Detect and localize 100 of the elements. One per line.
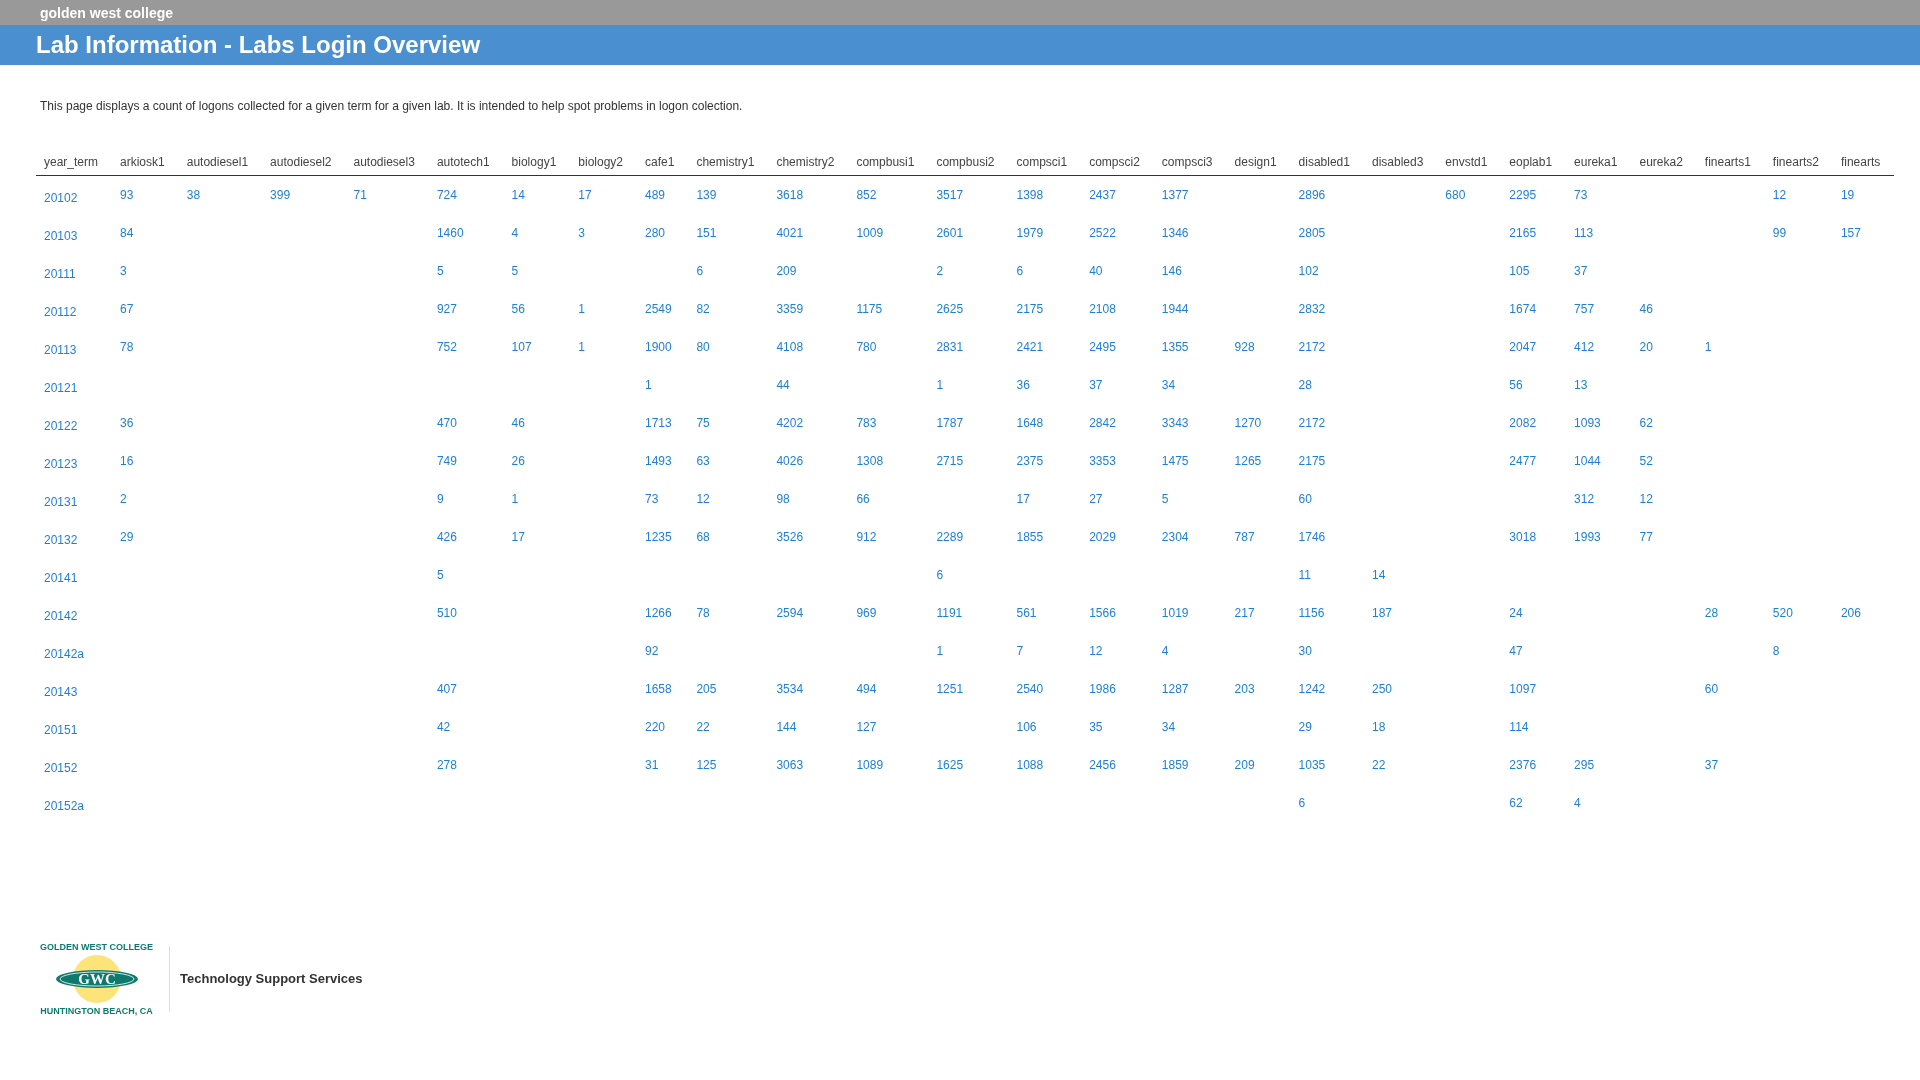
term-link[interactable]: 20143 [44,684,78,699]
table-cell: 1 [511,491,519,506]
column-header: autodiesel1 [178,155,263,176]
term-link[interactable]: 20123 [44,456,78,471]
table-cell: 12 [1639,491,1653,506]
table-cell: 29 [120,529,134,544]
table-cell: 157 [1840,225,1861,240]
table-cell: 1308 [856,453,884,468]
table-cell: 1 [645,377,652,392]
table-cell: 22 [1371,757,1386,772]
table-cell: 3618 [776,187,804,202]
table-cell: 2594 [776,605,804,620]
table-cell: 494 [856,681,877,696]
column-header: autotech1 [428,155,504,176]
table-cell: 3018 [1509,529,1537,544]
term-link[interactable]: 20151 [44,722,78,737]
table-cell: 75 [696,415,710,430]
table-cell: 2540 [1016,681,1044,696]
table-cell: 14 [1371,567,1386,582]
table-cell: 780 [856,339,877,354]
table-cell: 42 [436,719,451,734]
term-link[interactable]: 20132 [44,532,78,547]
table-cell: 12 [696,491,710,506]
table-cell: 34 [1161,719,1176,734]
term-link[interactable]: 20131 [44,494,78,509]
term-link[interactable]: 20121 [44,380,78,395]
table-cell: 206 [1840,605,1861,620]
table-cell: 66 [856,491,870,506]
table-cell: 2832 [1298,301,1326,316]
term-link[interactable]: 20103 [44,228,78,243]
site-name: golden west college [40,4,174,21]
table-cell: 312 [1574,491,1595,506]
column-header: finearts1 [1696,155,1765,176]
term-link[interactable]: 20122 [44,418,78,433]
table-cell: 19 [1840,187,1855,202]
table-cell: 209 [776,263,797,278]
table-cell: 105 [1509,263,1530,278]
table-cell: 407 [436,681,457,696]
table-cell: 67 [120,301,134,316]
table-cell: 5 [436,263,444,278]
table-cell: 78 [120,339,134,354]
table-cell: 217 [1234,605,1255,620]
table-cell: 4202 [776,415,804,430]
table-cell: 127 [856,719,877,734]
table-cell: 144 [776,719,797,734]
page-title: Lab Information - Labs Login Overview [36,31,481,59]
table-cell: 6 [696,263,704,278]
table-cell: 18 [1371,719,1386,734]
column-header: autodiesel2 [262,155,346,176]
table-cell: 139 [696,187,717,202]
intro-text: This page displays a count of logons collected for a given term for a given lab. It is intended to help spot problems in logon colection. [40,99,744,113]
table-cell: 1242 [1298,681,1326,696]
table-cell: 1355 [1161,339,1189,354]
term-link[interactable]: 20112 [44,304,77,319]
table-cell: 38 [186,187,201,202]
table-cell: 3353 [1089,453,1116,468]
logo-text: GOLDEN WEST COLLEGE [40,941,153,952]
table-cell: 1674 [1509,301,1537,316]
table-cell: 99 [1772,225,1787,240]
table-cell: 1097 [1509,681,1537,696]
table-cell: 77 [1639,529,1653,544]
table-cell: 1979 [1016,225,1044,240]
table-cell: 151 [696,225,717,240]
table-cell: 680 [1445,187,1466,202]
table-cell: 2375 [1016,453,1044,468]
table-cell: 295 [1574,757,1595,772]
table-cell: 107 [511,339,532,354]
term-link[interactable]: 20102 [44,190,78,205]
table-cell: 220 [645,719,666,734]
term-link[interactable]: 20141 [44,570,78,585]
column-header: biology1 [503,155,571,176]
table-cell: 1 [578,301,585,316]
table-cell: 1175 [856,301,883,316]
table-cell: 11 [1298,567,1312,582]
table-cell: 969 [856,605,877,620]
table-cell: 783 [856,415,877,430]
term-link[interactable]: 20142a [44,646,85,661]
table-cell: 78 [696,605,710,620]
table-cell: 2715 [936,453,964,468]
table-cell: 3359 [776,301,804,316]
table-cell: 187 [1371,605,1392,620]
column-header: compbusi2 [928,155,1009,176]
term-link[interactable]: 20113 [44,342,77,357]
table-cell: 2172 [1298,415,1326,430]
table-cell: 1746 [1298,529,1326,544]
table-cell: 40 [1089,263,1103,278]
table-cell: 2456 [1089,757,1116,772]
column-header: disabled1 [1290,155,1364,176]
term-link[interactable]: 20152a [44,798,85,813]
table-cell: 1713 [645,415,672,430]
term-link[interactable]: 20142 [44,608,78,623]
column-header: eureka1 [1566,155,1632,176]
table-cell: 44 [776,377,790,392]
table-cell: 1 [1704,339,1712,354]
table-cell: 14 [511,187,525,202]
table-cell: 4 [1574,795,1581,810]
table-cell: 13 [1574,377,1588,392]
term-link[interactable]: 20152 [44,760,78,775]
table-cell: 63 [696,453,710,468]
term-link[interactable]: 20111 [44,266,76,281]
